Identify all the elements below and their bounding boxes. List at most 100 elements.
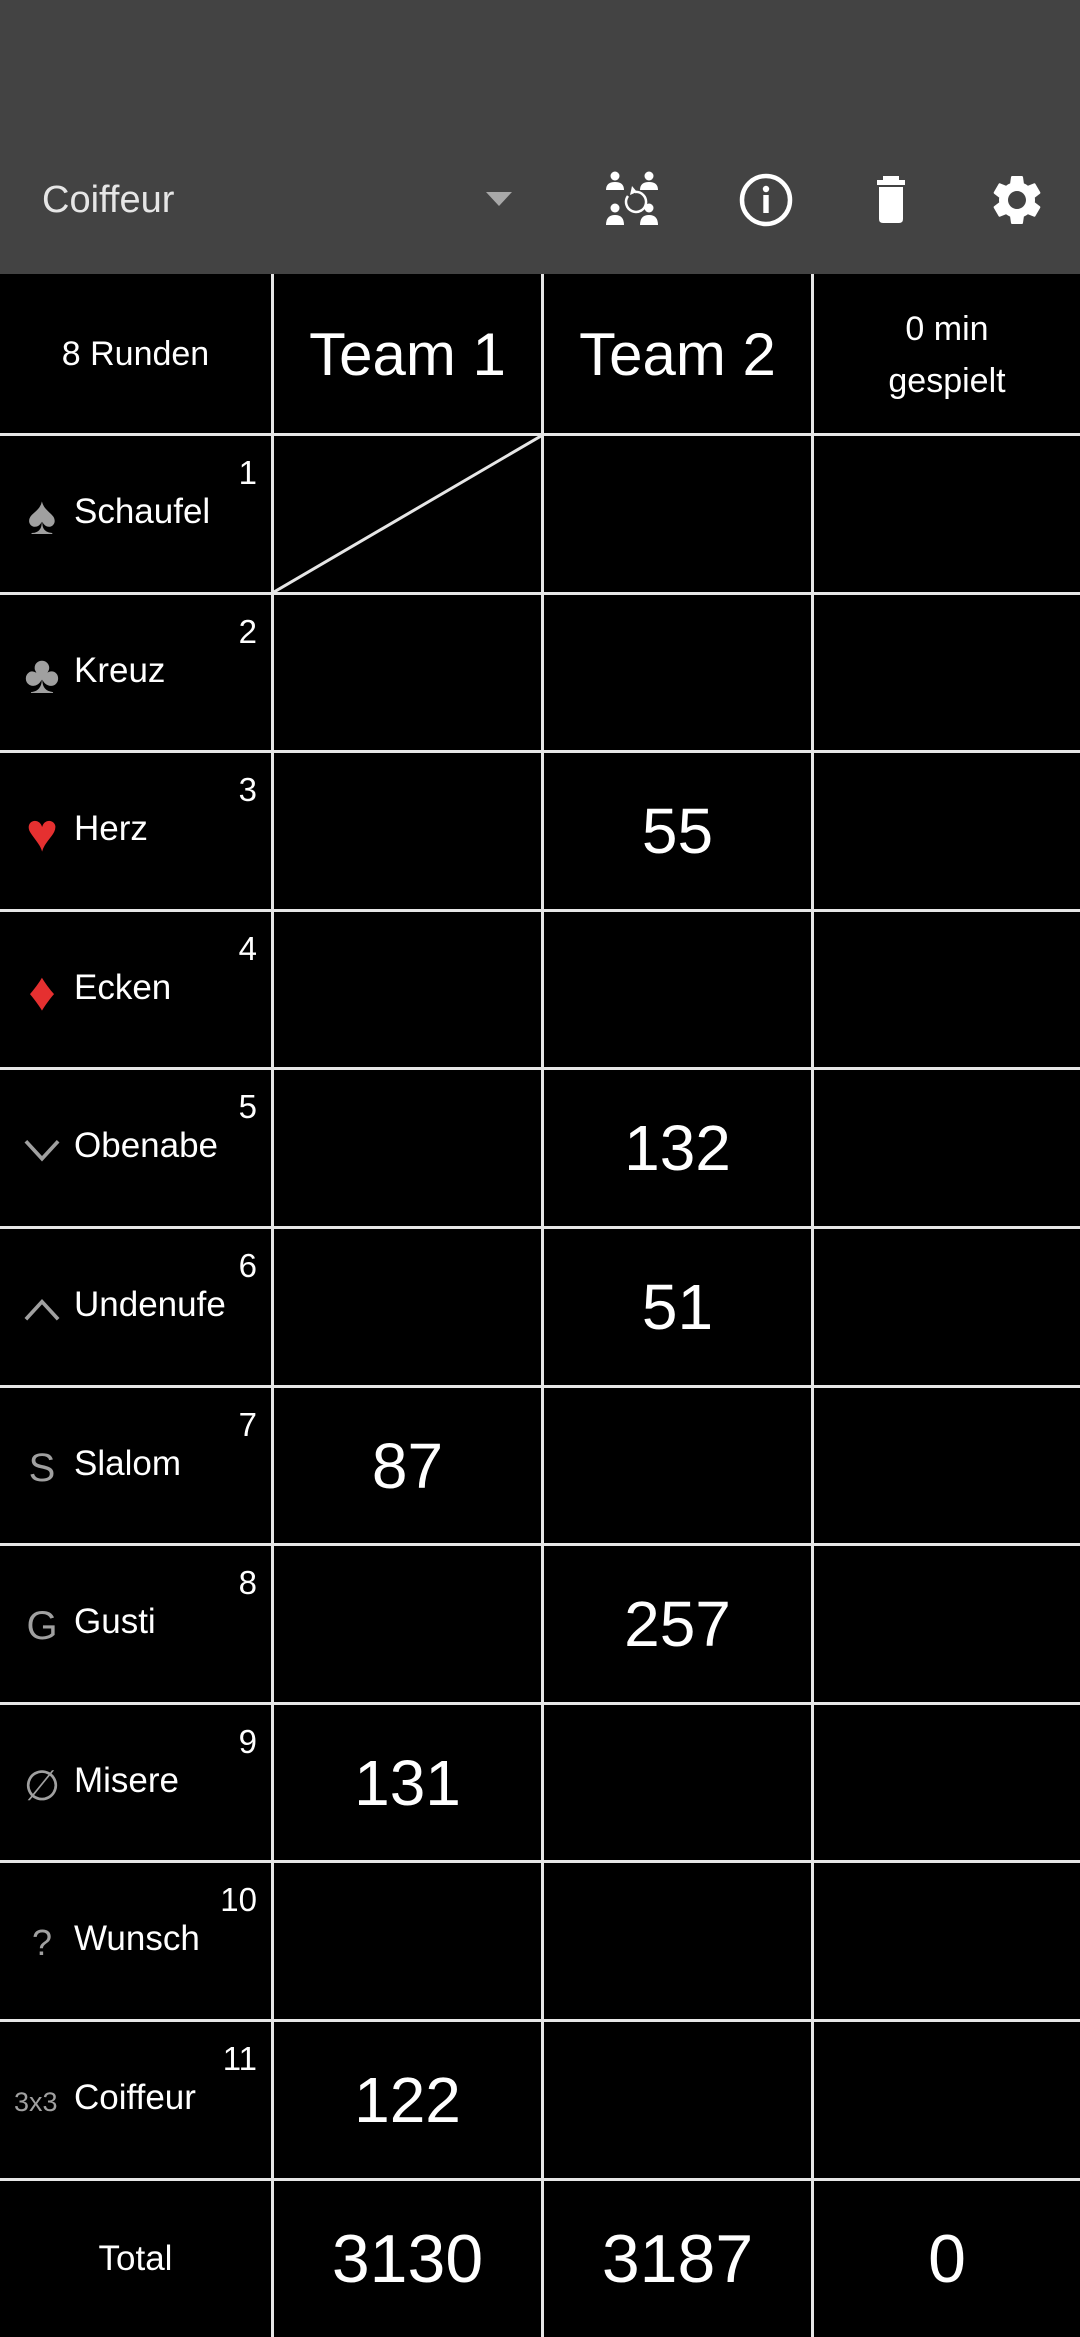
team2-score-cell[interactable] [544,595,811,751]
info-button[interactable] [728,162,804,238]
team2-score-cell[interactable] [544,1388,811,1544]
game-type-label: 2 ♣ Kreuz [0,595,271,751]
game-type-name: Schaufel [74,492,211,531]
elapsed-time: 0 min gespielt [814,274,1080,435]
diamond-icon: ♦ [28,962,56,1022]
team1-score-cell[interactable]: 87 [274,1388,541,1544]
row-divider [0,2178,1080,2181]
column-divider [271,274,274,2337]
game-type-label: 5 Obenabe [0,1070,271,1226]
dropdown-caret-icon [486,192,512,206]
chevron-up-icon [12,1279,72,1339]
game-type-label: 8 G Gusti [0,1546,271,1702]
score-table: 8 Runden Team 1 Team 2 0 min gespielt 1 ♠… [0,274,1080,2337]
team2-score-cell[interactable] [544,2022,811,2178]
team2-score-cell[interactable]: 257 [544,1546,811,1702]
settings-icon [993,176,1041,224]
team1-score-cell[interactable] [274,1070,541,1226]
team1-score-cell[interactable]: 131 [274,1705,541,1861]
team1-score-cell[interactable] [274,1229,541,1385]
round-number: 9 [238,1723,257,1760]
game-type-label: 4 ♦ Ecken [0,912,271,1068]
game-type-name: Wunsch [74,1919,200,1958]
game-type-name: Obenabe [74,1126,219,1165]
round-number: 7 [238,1406,257,1443]
team2-total: 3187 [601,2220,754,2297]
round-number: 1 [238,454,257,491]
app-bar: Coiffeur [0,0,1080,274]
extra-score-cell[interactable] [814,1070,1080,1226]
team1-header[interactable]: Team 1 [274,274,541,435]
team1-score-cell[interactable] [274,1546,541,1702]
row-divider [0,433,1080,436]
rounds-count: 8 Runden [61,335,210,373]
row-divider [0,2019,1080,2022]
game-type-label: 1 ♠ Schaufel [0,436,271,592]
team2-score-cell[interactable] [544,912,811,1068]
team2-score-cell[interactable] [544,436,811,592]
game-type-dropdown[interactable]: Coiffeur [42,168,532,232]
extra-score-cell[interactable] [814,912,1080,1068]
team1-score-cell[interactable] [274,753,541,909]
team1-score-cell[interactable]: 122 [274,2022,541,2178]
round-number: 4 [238,930,257,967]
game-type-label: 6 Undenufe [0,1229,271,1385]
game-type-label: 3 ♥ Herz [0,753,271,909]
game-type-name: Slalom [74,1444,181,1483]
row-divider [0,1702,1080,1705]
extra-score-cell[interactable] [814,753,1080,909]
extra-score-cell[interactable] [814,1546,1080,1702]
slalom-s-icon: S [28,1445,56,1490]
row-divider [0,1860,1080,1863]
round-number: 2 [238,613,257,650]
team1-total: 3130 [331,2220,484,2297]
team2-score-cell[interactable]: 51 [544,1229,811,1385]
delete-button[interactable] [853,162,929,238]
row-divider [0,1385,1080,1388]
three-by-three-icon: 3x3 [14,2086,58,2117]
extra-score-cell[interactable] [814,595,1080,751]
game-type-label: 11 3x3 Coiffeur [0,2022,271,2178]
game-type-name: Gusti [74,1602,156,1641]
extra-score-cell[interactable] [814,436,1080,592]
extra-score-cell[interactable] [814,1863,1080,2019]
delete-icon [877,176,905,223]
extra-score-cell[interactable] [814,1388,1080,1544]
total-label: Total [98,2238,173,2278]
extra-total: 0 [928,2220,966,2297]
swap-players-button[interactable] [596,162,672,238]
team1-score-cell[interactable] [274,436,541,592]
team1-score-cell[interactable] [274,912,541,1068]
team2-score-cell[interactable]: 55 [544,753,811,909]
elapsed-time-label: gespielt [888,361,1006,400]
game-type-value: Coiffeur [42,178,175,221]
round-number: 8 [238,1564,257,1601]
team1-score-cell[interactable] [274,1863,541,2019]
team2-header[interactable]: Team 2 [544,274,811,435]
round-number: 11 [222,2040,257,2077]
club-icon: ♣ [24,645,60,705]
column-divider [541,274,544,2337]
heart-icon: ♥ [25,803,59,863]
info-icon [739,173,793,227]
team1-score-cell[interactable] [274,595,541,751]
round-number: 3 [238,771,257,808]
game-type-name: Misere [74,1761,180,1800]
question-icon: ? [31,1922,53,1963]
round-number: 5 [238,1088,257,1125]
team2-score-cell[interactable] [544,1705,811,1861]
team2-score-cell[interactable] [544,1863,811,2019]
extra-score-cell[interactable] [814,1705,1080,1861]
extra-score-cell[interactable] [814,1229,1080,1385]
swap-players-icon [606,171,658,225]
team2-score-cell[interactable]: 132 [544,1070,811,1226]
spade-icon: ♠ [27,486,57,546]
row-divider [0,1543,1080,1546]
empty-set-icon: ∅ [23,1761,61,1809]
game-type-name: Coiffeur [74,2078,196,2117]
game-type-name: Undenufe [74,1285,226,1324]
extra-score-cell[interactable] [814,2022,1080,2178]
settings-button[interactable] [979,162,1055,238]
game-type-label: 9 ∅ Misere [0,1705,271,1861]
round-number: 6 [238,1247,257,1284]
